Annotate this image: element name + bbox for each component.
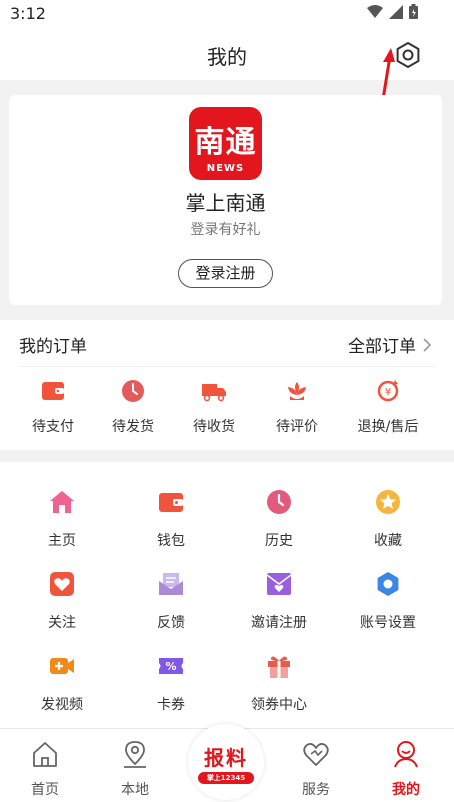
tab-home[interactable]: 首页 [0, 739, 90, 799]
divider [19, 366, 435, 367]
refund-icon: ¥ [377, 380, 399, 402]
invite-icon [266, 573, 292, 595]
report-label: 报料 [204, 746, 248, 770]
app-logo: 南通 NEWS [189, 107, 262, 180]
wallet-icon [159, 493, 183, 512]
order-label: 待收货 [193, 419, 235, 435]
order-pending-payment[interactable]: 待支付 [8, 378, 98, 436]
service-label: 发视频 [41, 697, 83, 713]
service-label: 卡券 [157, 697, 185, 713]
service-favorites[interactable]: 收藏 [338, 488, 438, 550]
gear-icon [377, 572, 399, 596]
gift-icon [268, 656, 290, 678]
wallet-icon [42, 382, 64, 400]
status-icons [367, 4, 418, 19]
video-icon [50, 658, 74, 674]
tab-label: 首页 [31, 782, 59, 798]
order-pending-receipt[interactable]: 待收货 [169, 378, 259, 436]
service-history[interactable]: 历史 [229, 488, 329, 550]
report-button[interactable]: 报料 掌上12345 [188, 724, 264, 800]
service-invite[interactable]: 邀请注册 [229, 570, 329, 632]
heart-outline-icon [303, 743, 329, 766]
order-refund[interactable]: ¥ 退换/售后 [343, 378, 433, 436]
login-tip: 登录有好礼 [190, 222, 261, 238]
service-label: 邀请注册 [251, 615, 307, 631]
home-outline-icon [33, 742, 57, 767]
user-icon [394, 741, 418, 768]
tab-mine[interactable]: 我的 [361, 739, 451, 799]
clock-icon [267, 490, 291, 514]
service-label: 关注 [48, 615, 76, 631]
location-icon [124, 741, 146, 768]
status-bar: 3:12 [0, 0, 454, 28]
service-label: 历史 [265, 533, 293, 549]
app-name: 掌上南通 [185, 191, 266, 215]
svg-text:¥: ¥ [385, 387, 391, 398]
truck-icon [202, 384, 226, 402]
logo-sub: NEWS [206, 163, 245, 174]
svg-text:%: % [165, 660, 176, 673]
service-post-video[interactable]: 发视频 [12, 652, 112, 714]
settings-button[interactable] [392, 39, 424, 71]
orders-section: 我的订单 全部订单 待支付 待发货 待收货 待评价 ¥ 退换/售后 [0, 320, 454, 450]
service-label: 反馈 [157, 615, 185, 631]
service-label: 钱包 [157, 533, 185, 549]
order-label: 退换/售后 [357, 419, 419, 435]
chevron-right-icon [423, 337, 432, 352]
service-label: 账号设置 [360, 615, 416, 631]
coupon-icon: % [159, 658, 183, 674]
settings-icon [396, 41, 420, 69]
service-home[interactable]: 主页 [12, 488, 112, 550]
star-icon [376, 490, 400, 514]
all-orders-link[interactable]: 全部订单 [348, 332, 432, 357]
service-follow[interactable]: 关注 [12, 570, 112, 632]
tab-label: 本地 [121, 782, 149, 798]
status-time: 3:12 [10, 4, 46, 23]
service-label: 主页 [48, 533, 76, 549]
order-label: 待评价 [276, 419, 318, 435]
service-feedback[interactable]: 反馈 [121, 570, 221, 632]
mail-icon [159, 573, 183, 595]
login-register-button[interactable]: 登录注册 [178, 259, 273, 288]
home-icon [50, 491, 74, 513]
battery-icon [409, 4, 418, 19]
orders-title: 我的订单 [19, 337, 87, 357]
report-sublabel: 掌上12345 [198, 772, 254, 784]
heart-icon [50, 572, 74, 596]
service-account-settings[interactable]: 账号设置 [338, 570, 438, 632]
page-title: 我的 [207, 45, 247, 69]
logo-text: 南通 [194, 125, 257, 160]
service-coupons[interactable]: % 卡券 [121, 652, 221, 714]
tab-label: 服务 [302, 782, 330, 798]
order-label: 待支付 [32, 419, 74, 435]
service-coupon-center[interactable]: 领券中心 [229, 652, 329, 714]
tab-local[interactable]: 本地 [90, 739, 180, 799]
title-bar: 我的 [0, 28, 454, 80]
tab-services[interactable]: 服务 [271, 739, 361, 799]
order-pending-review[interactable]: 待评价 [252, 378, 342, 436]
all-orders-label: 全部订单 [348, 337, 416, 357]
services-grid: 主页 钱包 历史 收藏 关注 反馈 邀请注册 账号设置 发视频 % 卡券 领券中… [0, 462, 454, 728]
flower-icon [288, 382, 306, 400]
profile-card: 南通 NEWS 掌上南通 登录有好礼 登录注册 [9, 95, 442, 305]
tab-label: 我的 [392, 782, 420, 798]
wifi-icon [367, 4, 383, 18]
service-label: 收藏 [374, 533, 402, 549]
signal-icon [389, 4, 403, 19]
clock-icon [122, 380, 144, 402]
order-label: 待发货 [112, 419, 154, 435]
service-wallet[interactable]: 钱包 [121, 488, 221, 550]
service-label: 领券中心 [251, 697, 307, 713]
order-pending-shipment[interactable]: 待发货 [88, 378, 178, 436]
